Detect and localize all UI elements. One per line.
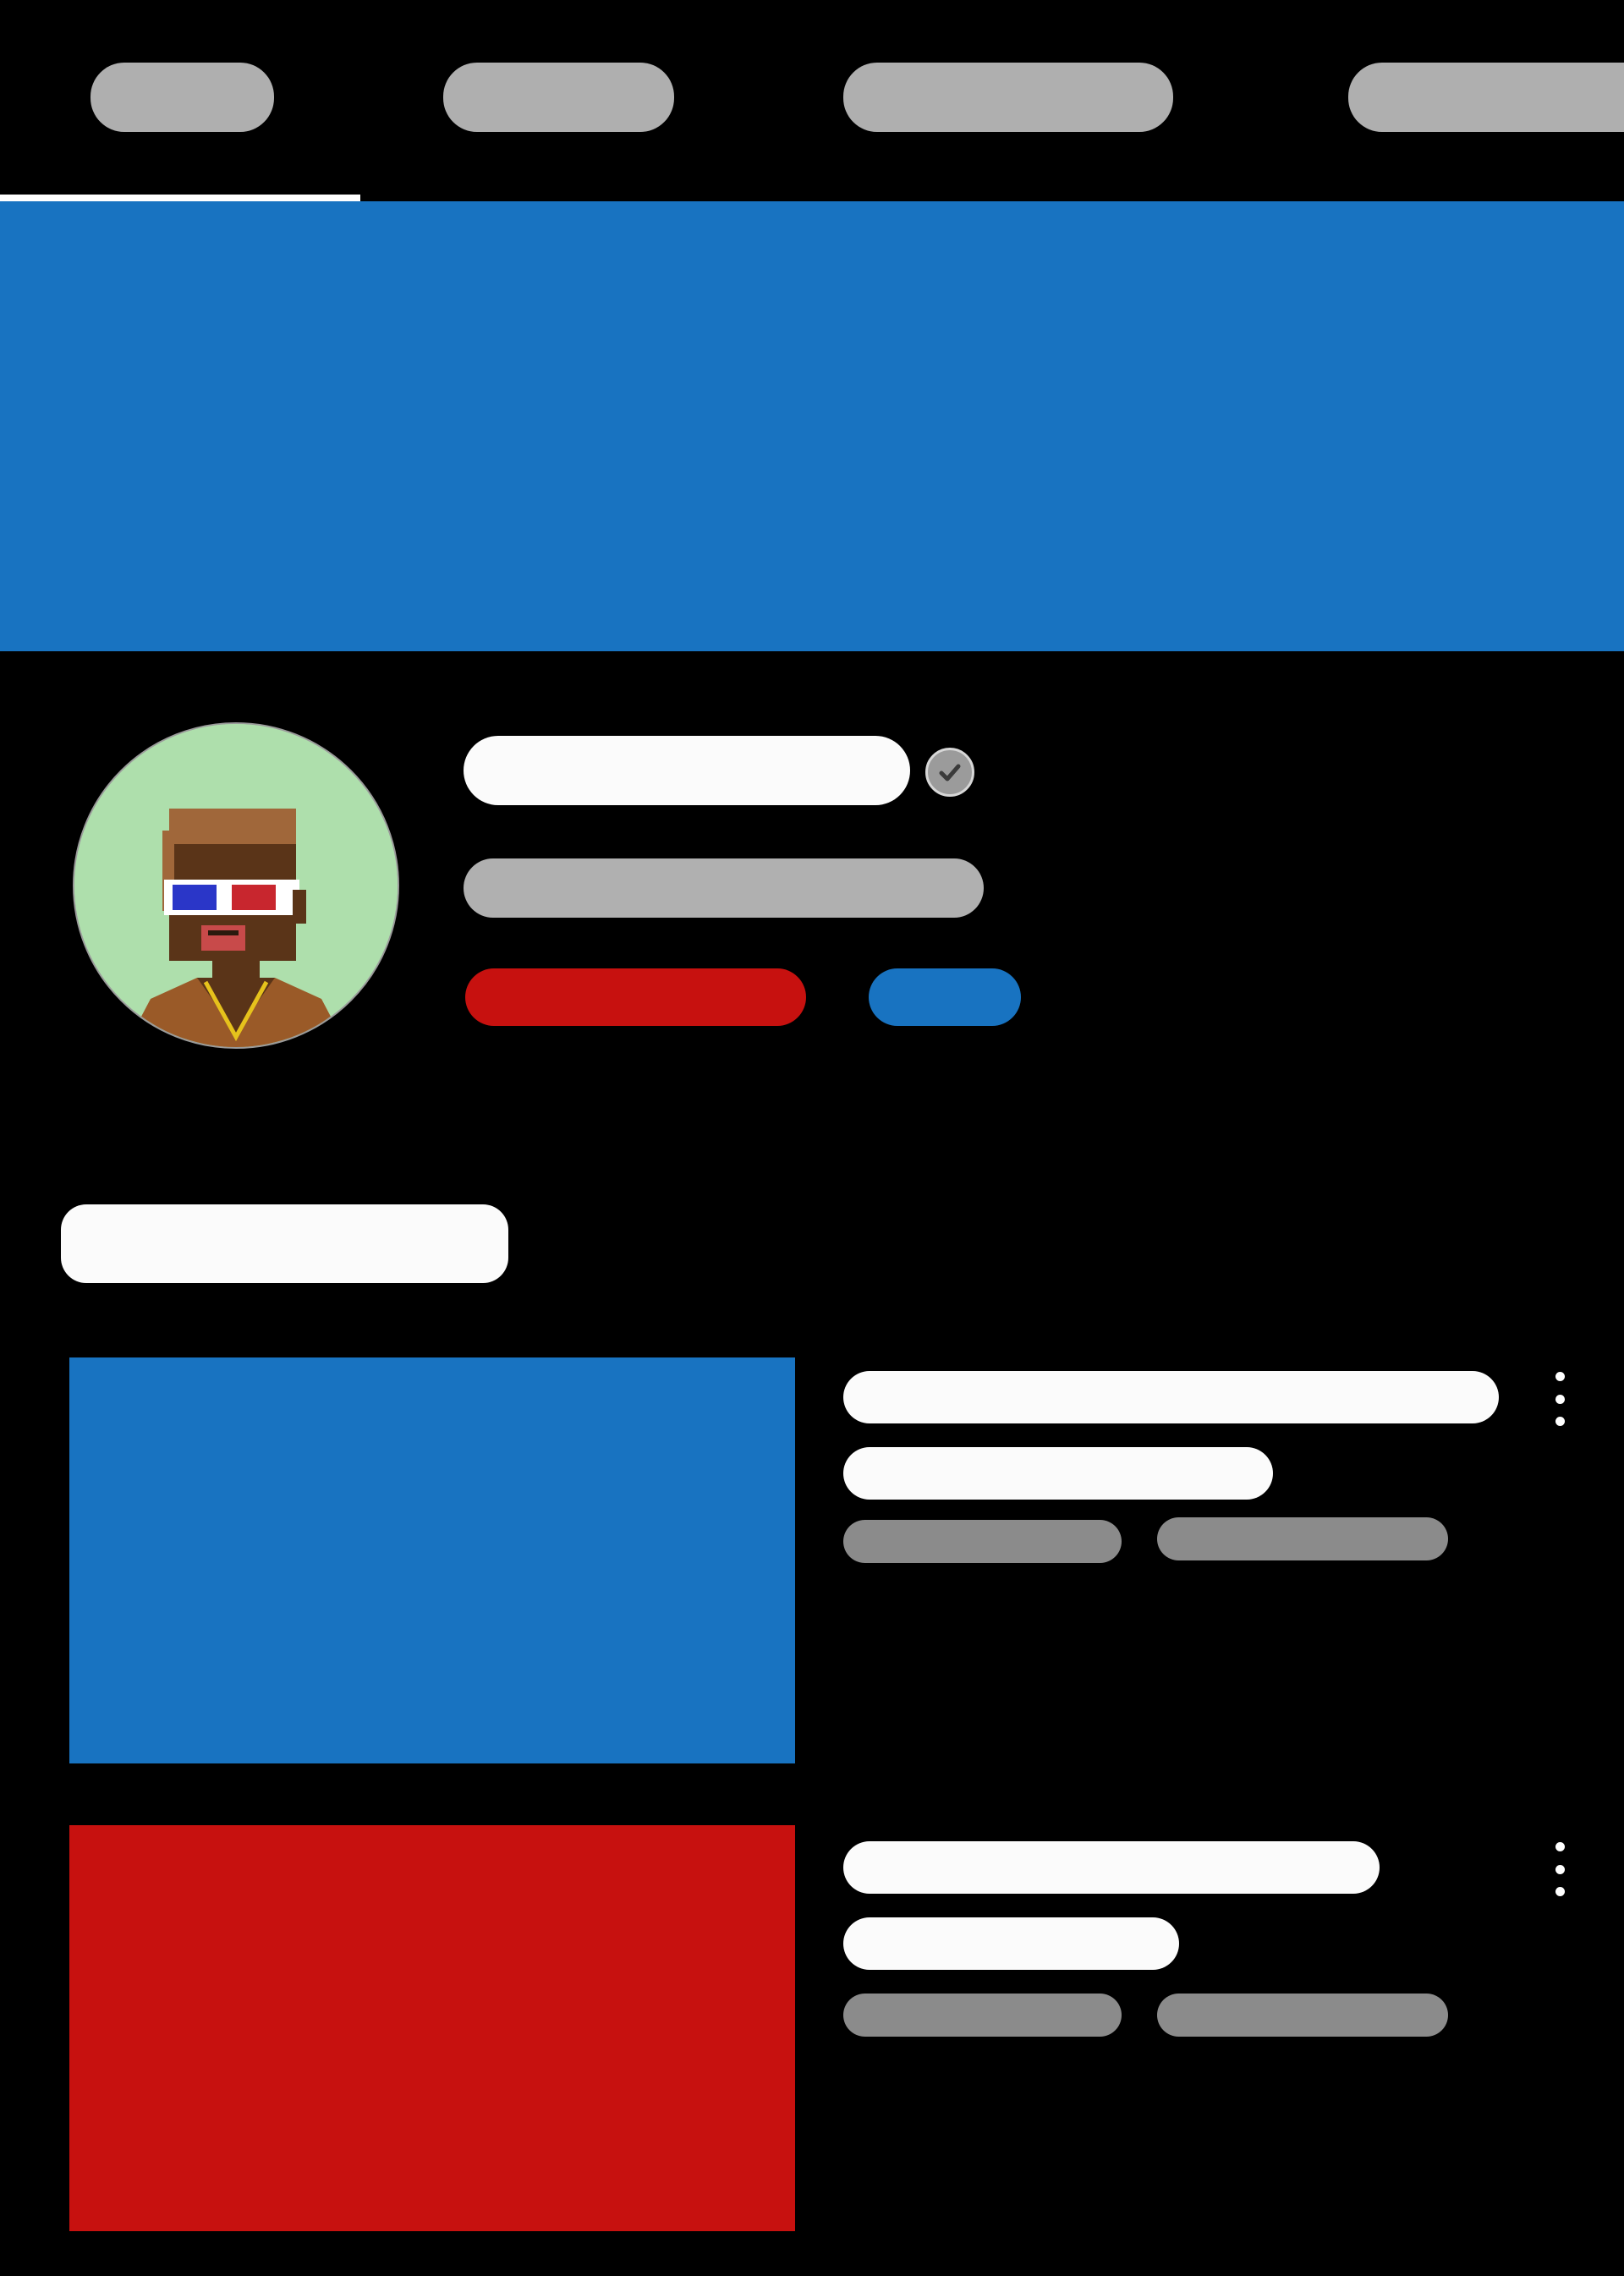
video-views: [843, 1520, 1122, 1563]
subscribe-button[interactable]: [465, 968, 806, 1026]
more-vertical-icon[interactable]: [1551, 1842, 1568, 1896]
join-button[interactable]: [869, 968, 1021, 1026]
section-title: [61, 1204, 508, 1283]
video-title-line-1[interactable]: [843, 1841, 1380, 1894]
avatar-image: [74, 724, 398, 1047]
video-thumbnail[interactable]: [69, 1357, 795, 1763]
video-age: [1157, 1994, 1448, 2037]
tab-1[interactable]: [91, 63, 274, 132]
tab-3[interactable]: [843, 63, 1173, 132]
video-thumbnail[interactable]: [69, 1825, 795, 2231]
video-title-line-2[interactable]: [843, 1447, 1273, 1500]
tab-2[interactable]: [443, 63, 674, 132]
video-age: [1157, 1517, 1448, 1560]
channel-banner: [0, 201, 1624, 651]
check-circle-icon: [925, 748, 974, 797]
channel-name: [464, 736, 910, 805]
more-vertical-icon[interactable]: [1551, 1372, 1568, 1426]
active-tab-indicator: [0, 195, 360, 201]
tab-4[interactable]: [1348, 63, 1624, 132]
video-title-line-2[interactable]: [843, 1917, 1179, 1970]
video-title-line-1[interactable]: [843, 1371, 1499, 1423]
channel-avatar[interactable]: [73, 722, 399, 1049]
channel-handle: [464, 858, 984, 918]
video-views: [843, 1994, 1122, 2037]
